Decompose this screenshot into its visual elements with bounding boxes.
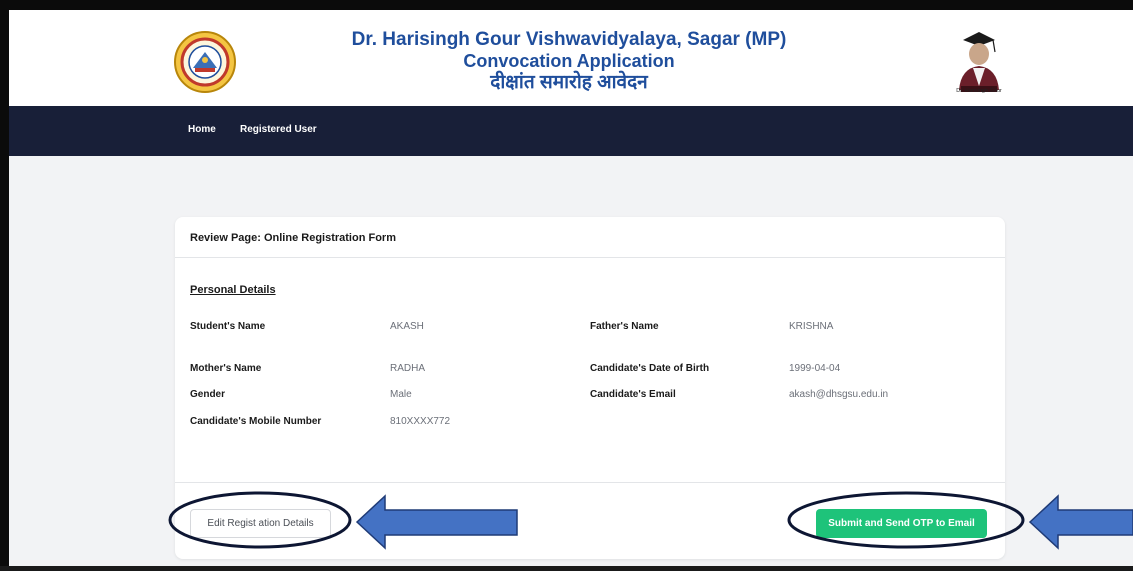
mobile-number-value: 810XXXX772 (390, 416, 451, 427)
mothers-name-label: Mother's Name (190, 363, 262, 374)
gender-value: Male (390, 389, 412, 400)
review-card: Review Page: Online Registration Form Pe… (175, 217, 1005, 559)
review-page-title: Review Page: Online Registration Form (190, 232, 396, 244)
page: Dr. Harisingh Gour Vishwavidyalaya, Saga… (9, 10, 1133, 566)
mobile-number-label: Candidate's Mobile Number (190, 416, 322, 427)
review-card-header: Review Page: Online Registration Form (175, 217, 1005, 258)
mothers-name-value: RADHA (390, 363, 426, 374)
fathers-name-label: Father's Name (590, 321, 659, 332)
university-name: Dr. Harisingh Gour Vishwavidyalaya, Saga… (351, 29, 787, 50)
fathers-name-value: KRISHNA (789, 321, 834, 332)
card-divider (175, 482, 1005, 483)
portrait-caption: Dr. Harisingh Gour (956, 88, 1002, 94)
screen-frame-bottom (0, 566, 1133, 571)
edit-registration-details-button[interactable]: Edit Regist ation Details (190, 509, 331, 538)
students-name-value: AKASH (390, 321, 424, 332)
screen-frame-left (0, 0, 9, 571)
nav-registered-user-link[interactable]: Registered User (240, 124, 317, 135)
founder-portrait-icon (959, 32, 999, 92)
date-of-birth-label: Candidate's Date of Birth (590, 363, 710, 374)
gender-label: Gender (190, 389, 226, 400)
header-title-block: Dr. Harisingh Gour Vishwavidyalaya, Saga… (329, 28, 809, 95)
site-header: Dr. Harisingh Gour Vishwavidyalaya, Saga… (9, 10, 1133, 106)
application-title: Convocation Application (463, 51, 675, 71)
personal-details-heading: Personal Details (190, 284, 276, 296)
submit-send-otp-button[interactable]: Submit and Send OTP to Email (816, 509, 987, 538)
navbar: Home Registered User (9, 106, 1133, 156)
email-label: Candidate's Email (590, 389, 676, 400)
application-title-hindi: दीक्षांत समारोह आवेदन (490, 72, 648, 93)
nav-home-link[interactable]: Home (188, 124, 216, 135)
university-emblem-icon (174, 31, 236, 93)
students-name-label: Student's Name (190, 321, 266, 332)
email-value: akash@dhsgsu.edu.in (789, 389, 889, 400)
screen-frame-top (0, 0, 1133, 10)
date-of-birth-value: 1999-04-04 (789, 363, 841, 374)
